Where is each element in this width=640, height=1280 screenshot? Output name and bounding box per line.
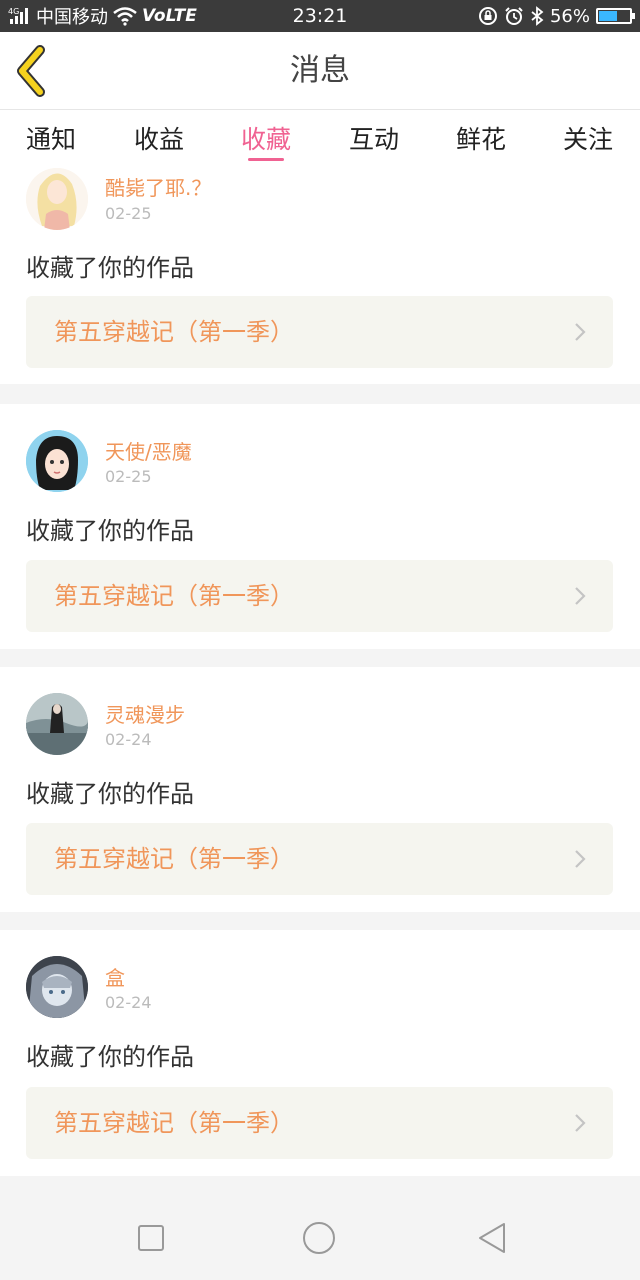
work-link[interactable]: 第五穿越记（第一季） bbox=[26, 823, 613, 895]
status-bar: 4G 中国移动 VoLTE 23:21 56% bbox=[0, 0, 640, 32]
tab-earnings[interactable]: 收益 bbox=[114, 120, 204, 160]
work-title: 第五穿越记（第一季） bbox=[54, 582, 294, 610]
work-link[interactable]: 第五穿越记（第一季） bbox=[26, 560, 613, 632]
status-right: 56% bbox=[478, 0, 635, 32]
list-item: 盒 02-24 收藏了你的作品 第五穿越记（第一季） bbox=[0, 930, 640, 1176]
battery-percent: 56% bbox=[549, 5, 590, 27]
page-title: 消息 bbox=[290, 53, 350, 88]
chevron-right-icon bbox=[575, 587, 586, 605]
battery-fill bbox=[599, 11, 617, 21]
tab-following[interactable]: 关注 bbox=[543, 120, 633, 160]
list-item: 酷毙了耶.？ 02-25 收藏了你的作品 第五穿越记（第一季） bbox=[0, 168, 640, 384]
username[interactable]: 盒 bbox=[105, 962, 125, 991]
date: 02-25 bbox=[105, 467, 152, 486]
avatar-image bbox=[26, 956, 88, 1018]
system-nav-bar bbox=[0, 1196, 640, 1280]
username[interactable]: 酷毙了耶.？ bbox=[105, 172, 211, 201]
work-title: 第五穿越记（第一季） bbox=[54, 845, 294, 873]
action-text: 收藏了你的作品 bbox=[26, 517, 194, 545]
avatar-image bbox=[26, 430, 88, 492]
bluetooth-icon bbox=[531, 6, 544, 26]
square-icon[interactable] bbox=[133, 1220, 169, 1256]
list-item: 灵魂漫步 02-24 收藏了你的作品 第五穿越记（第一季） bbox=[0, 667, 640, 912]
lock-rotate-icon bbox=[478, 7, 497, 25]
circle-icon[interactable] bbox=[301, 1220, 337, 1256]
header: 消息 bbox=[0, 32, 640, 110]
work-title: 第五穿越记（第一季） bbox=[54, 318, 294, 346]
avatar-image bbox=[26, 168, 88, 230]
tab-flowers[interactable]: 鲜花 bbox=[436, 120, 526, 160]
avatar[interactable] bbox=[26, 430, 88, 492]
action-text: 收藏了你的作品 bbox=[26, 780, 194, 808]
tab-interactions[interactable]: 互动 bbox=[329, 120, 419, 160]
date: 02-25 bbox=[105, 204, 152, 223]
tab-active-indicator bbox=[248, 158, 284, 161]
username[interactable]: 天使/恶魔 bbox=[105, 436, 192, 465]
chevron-right-icon bbox=[575, 850, 586, 868]
action-text: 收藏了你的作品 bbox=[26, 254, 194, 282]
work-title: 第五穿越记（第一季） bbox=[54, 1109, 294, 1137]
date: 02-24 bbox=[105, 993, 152, 1012]
chevron-right-icon bbox=[575, 323, 586, 341]
triangle-back-icon[interactable] bbox=[474, 1220, 510, 1256]
avatar[interactable] bbox=[26, 168, 88, 230]
date: 02-24 bbox=[105, 730, 152, 749]
alarm-icon bbox=[505, 7, 523, 25]
work-link[interactable]: 第五穿越记（第一季） bbox=[26, 1087, 613, 1159]
tab-bar: 通知 收益 收藏 互动 鲜花 关注 bbox=[0, 110, 640, 168]
avatar[interactable] bbox=[26, 693, 88, 755]
username[interactable]: 灵魂漫步 bbox=[105, 699, 185, 728]
battery-icon bbox=[596, 8, 635, 24]
action-text: 收藏了你的作品 bbox=[26, 1043, 194, 1071]
avatar[interactable] bbox=[26, 956, 88, 1018]
list-item: 天使/恶魔 02-25 收藏了你的作品 第五穿越记（第一季） bbox=[0, 404, 640, 649]
work-link[interactable]: 第五穿越记（第一季） bbox=[26, 296, 613, 368]
avatar-image bbox=[26, 693, 88, 755]
tab-favorites[interactable]: 收藏 bbox=[221, 120, 311, 160]
tab-notifications[interactable]: 通知 bbox=[6, 120, 96, 160]
chevron-right-icon bbox=[575, 1114, 586, 1132]
